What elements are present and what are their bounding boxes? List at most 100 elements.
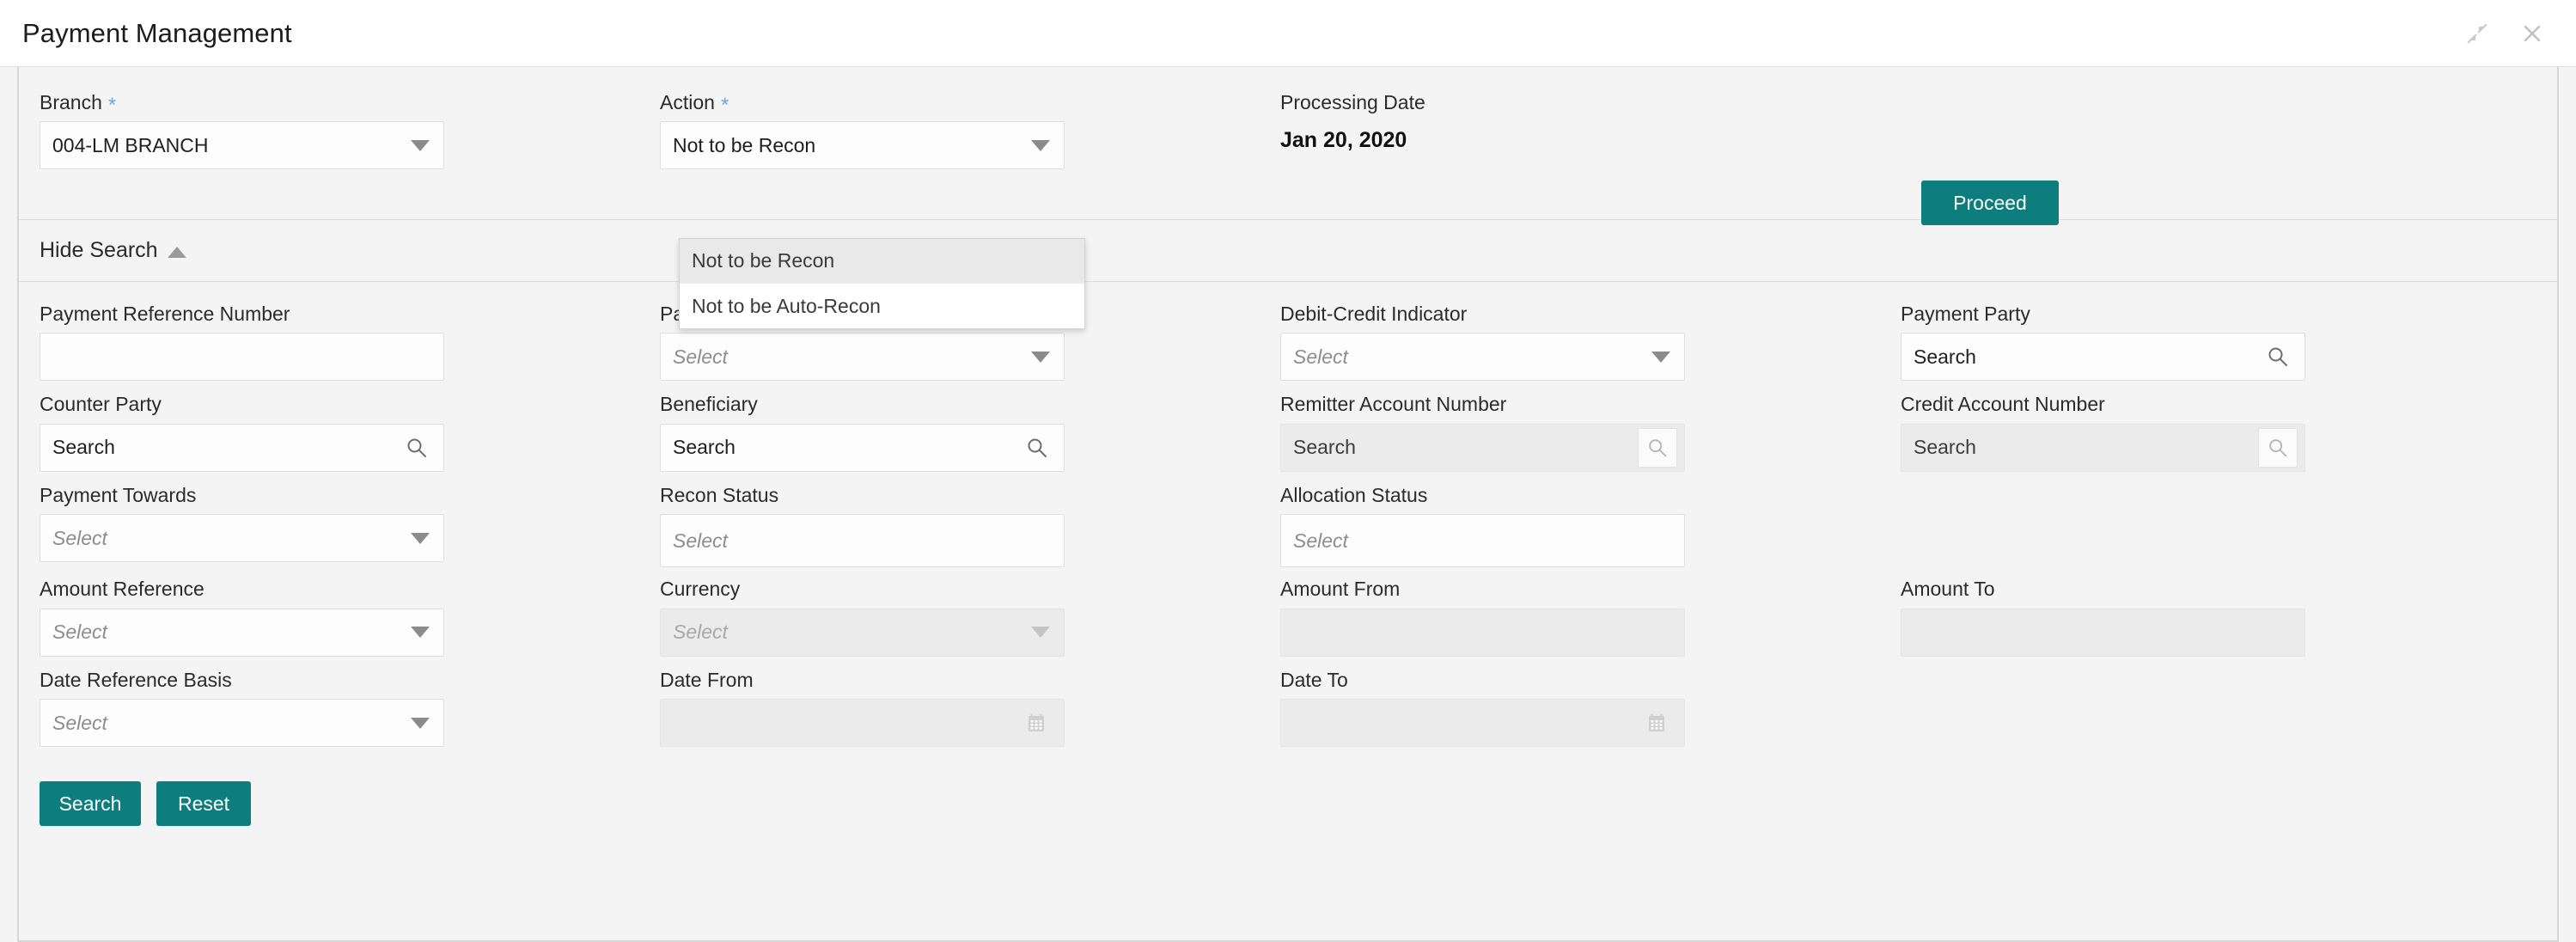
date-reference-basis-label: Date Reference Basis [40, 669, 232, 691]
amount-to-group: Amount To [1901, 578, 2521, 663]
processing-date-value: Jan 20, 2020 [1280, 128, 1407, 152]
page-content: Branch * 004-LM BRANCH Action * Not to be … [17, 67, 2559, 942]
action-select[interactable]: Not to be Recon [660, 121, 1065, 169]
triangle-up-icon [168, 247, 186, 258]
credit-account-number-group: Credit Account Number Search [1901, 393, 2521, 478]
proceed-button[interactable]: Proceed [1921, 180, 2059, 225]
date-reference-basis-select[interactable]: Select [40, 699, 444, 747]
currency-group: Currency Select [660, 578, 1280, 663]
payment-towards-select[interactable]: Select [40, 514, 444, 562]
currency-value: Select [673, 621, 1031, 644]
search-button[interactable]: Search [40, 781, 141, 826]
date-reference-basis-value: Select [52, 712, 411, 735]
filter-row: Payment Reference Number Payment Mode Se… [19, 303, 2557, 388]
payment-towards-label: Payment Towards [40, 484, 196, 506]
calendar-icon[interactable] [1019, 706, 1053, 740]
payment-reference-number-label: Payment Reference Number [40, 303, 290, 325]
payment-management-window: Payment Management [0, 0, 2576, 942]
reset-button[interactable]: Reset [156, 781, 251, 826]
payment-mode-value: Select [673, 346, 1031, 369]
beneficiary-lov[interactable]: Search [660, 424, 1065, 472]
credit-account-number-lov[interactable]: Search [1901, 424, 2305, 472]
branch-field-group: Branch * 004-LM BRANCH [40, 91, 660, 169]
beneficiary-group: Beneficiary Search [660, 393, 1280, 478]
window-titlebar: Payment Management [0, 0, 2576, 67]
branch-label: Branch [40, 91, 102, 113]
hide-search-label: Hide Search [40, 238, 158, 263]
payment-towards-value: Select [52, 527, 411, 550]
remitter-account-number-group: Remitter Account Number Search [1280, 393, 1901, 478]
debit-credit-indicator-group: Debit-Credit Indicator Select [1280, 303, 1901, 388]
allocation-status-group: Allocation Status Select [1280, 484, 1901, 572]
amount-to-input[interactable] [1901, 609, 2305, 657]
debit-credit-indicator-label: Debit-Credit Indicator [1280, 303, 1467, 325]
form-actions: Search Reset [19, 759, 2557, 850]
amount-reference-label: Amount Reference [40, 578, 204, 600]
payment-reference-number-group: Payment Reference Number [40, 303, 660, 388]
filter-row: Date Reference Basis Select Date From [19, 669, 2557, 754]
allocation-status-label: Allocation Status [1280, 484, 1427, 506]
search-icon[interactable] [2258, 428, 2298, 468]
branch-select[interactable]: 004-LM BRANCH [40, 121, 444, 169]
hide-search-toggle[interactable]: Hide Search [40, 238, 186, 263]
search-icon[interactable] [2258, 337, 2298, 376]
empty-slot [1901, 484, 2521, 572]
date-reference-basis-group: Date Reference Basis Select [40, 669, 660, 754]
beneficiary-value: Search [673, 436, 1017, 459]
credit-account-number-value: Search [1914, 436, 2258, 459]
counter-party-group: Counter Party Search [40, 393, 660, 478]
date-to-group: Date To [1280, 669, 1901, 754]
amount-from-input[interactable] [1280, 609, 1685, 657]
amount-from-label: Amount From [1280, 578, 1400, 600]
filter-row: Amount Reference Select Currency Select [19, 578, 2557, 663]
action-label: Action [660, 91, 715, 113]
currency-select[interactable]: Select [660, 609, 1065, 657]
action-dropdown-options[interactable]: Not to be Recon Not to be Auto-Recon [679, 238, 1085, 329]
calendar-icon[interactable] [1639, 706, 1674, 740]
close-icon[interactable] [2519, 21, 2545, 46]
debit-credit-indicator-select[interactable]: Select [1280, 333, 1685, 381]
search-toggle-bar: Hide Search [19, 220, 2557, 282]
counter-party-lov[interactable]: Search [40, 424, 444, 472]
amount-to-label: Amount To [1901, 578, 1995, 600]
chevron-down-icon [411, 140, 430, 151]
date-to-label: Date To [1280, 669, 1348, 691]
action-required-marker: * [721, 94, 729, 117]
recon-status-multiselect[interactable]: Select [660, 514, 1065, 567]
credit-account-number-label: Credit Account Number [1901, 393, 2105, 415]
filter-row: Counter Party Search Beneficiary S [19, 393, 2557, 478]
remitter-account-number-value: Search [1293, 436, 1638, 459]
collapse-diagonal-icon[interactable] [2464, 21, 2490, 46]
payment-party-value: Search [1914, 346, 2258, 369]
action-option-not-to-be-recon[interactable]: Not to be Recon [680, 239, 1084, 284]
chevron-down-icon [411, 533, 430, 544]
search-icon[interactable] [1638, 428, 1677, 468]
payment-party-label: Payment Party [1901, 303, 2030, 325]
remitter-account-number-label: Remitter Account Number [1280, 393, 1506, 415]
payment-towards-group: Payment Towards Select [40, 484, 660, 572]
branch-required-marker: * [108, 94, 116, 117]
search-icon[interactable] [1017, 428, 1057, 468]
beneficiary-label: Beneficiary [660, 393, 758, 415]
amount-reference-select[interactable]: Select [40, 609, 444, 657]
allocation-status-value: Select [1293, 529, 1672, 553]
allocation-status-multiselect[interactable]: Select [1280, 514, 1685, 567]
payment-reference-number-input[interactable] [40, 333, 444, 381]
action-value: Not to be Recon [673, 134, 1031, 157]
date-from-input[interactable] [660, 699, 1065, 747]
recon-status-value: Select [673, 529, 1052, 553]
action-field-group: Action * Not to be Recon [660, 91, 1280, 169]
amount-from-group: Amount From [1280, 578, 1901, 663]
payment-mode-select[interactable]: Select [660, 333, 1065, 381]
date-to-input[interactable] [1280, 699, 1685, 747]
payment-party-lov[interactable]: Search [1901, 333, 2305, 381]
remitter-account-number-lov[interactable]: Search [1280, 424, 1685, 472]
recon-status-group: Recon Status Select [660, 484, 1280, 572]
page-title: Payment Management [22, 18, 292, 49]
search-icon[interactable] [397, 428, 436, 468]
header-filter-strip: Branch * 004-LM BRANCH Action * Not to be … [19, 67, 2557, 220]
action-option-not-to-be-auto-recon[interactable]: Not to be Auto-Recon [680, 284, 1084, 328]
search-filters-form: Payment Reference Number Payment Mode Se… [19, 282, 2557, 850]
date-from-group: Date From [660, 669, 1280, 754]
empty-slot [1901, 669, 2521, 754]
